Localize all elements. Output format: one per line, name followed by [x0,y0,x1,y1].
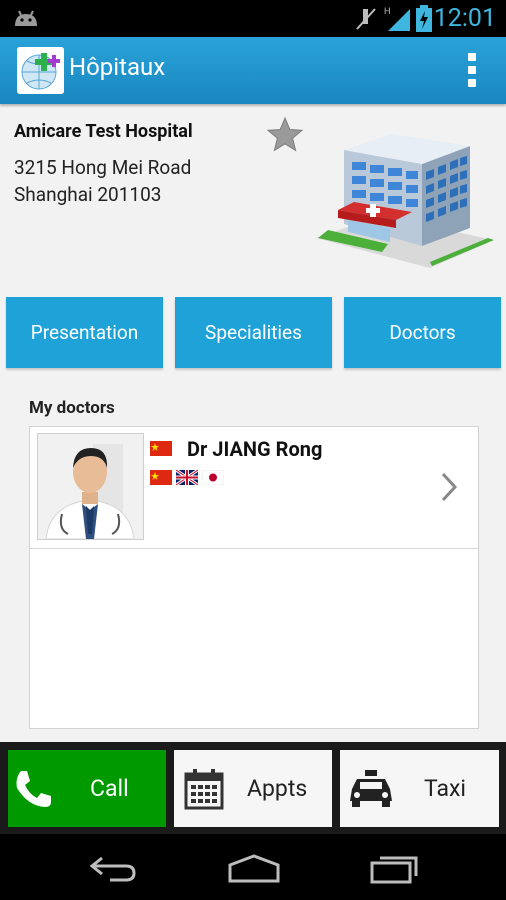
address-line-1: 3215 Hong Mei Road [14,156,192,179]
star-icon[interactable] [266,116,304,154]
taxi-icon [350,769,392,807]
address-line-2: Shanghai 201103 [14,183,162,206]
chevron-right-icon[interactable] [440,471,458,503]
battery-icon [416,5,432,32]
doctors-list: Dr JIANG Rong [29,426,479,729]
doctor-row[interactable]: Dr JIANG Rong [30,427,478,549]
japan-flag-icon [202,470,224,485]
app-title: Hôpitaux [69,53,166,81]
call-label: Call [90,775,129,802]
my-doctors-label: My doctors [29,398,115,418]
language-flags [150,470,224,485]
overflow-menu-icon[interactable] [468,53,476,87]
tab-specialities[interactable]: Specialities [175,297,332,368]
hospital-address: 3215 Hong Mei Road Shanghai 201103 [14,154,191,208]
uk-flag-icon [176,470,198,485]
china-flag-icon [150,470,172,485]
doctor-photo [37,433,144,540]
china-flag-icon [150,441,172,456]
mute-icon [356,8,376,30]
tab-presentation[interactable]: Presentation [6,297,163,368]
taxi-label: Taxi [424,775,466,802]
action-bar: Hôpitaux [0,37,506,104]
appts-label: Appts [247,775,308,802]
android-icon [15,10,37,26]
svg-text:H: H [384,6,391,16]
navigation-bar [0,834,506,900]
recent-apps-icon[interactable] [370,852,420,884]
tab-doctors[interactable]: Doctors [344,297,501,368]
taxi-button[interactable]: Taxi [340,750,499,827]
status-time: 12:01 [433,4,496,33]
call-button[interactable]: Call [8,750,166,827]
phone-icon [16,770,51,807]
hospital-name: Amicare Test Hospital [14,121,193,142]
status-bar: H 12:01 [0,0,506,37]
signal-icon: H [384,6,410,31]
calendar-icon [184,768,224,809]
home-icon[interactable] [227,853,281,883]
app-logo-icon[interactable] [17,47,64,94]
doctor-name: Dr JIANG Rong [187,437,323,461]
back-icon[interactable] [88,854,138,882]
hospital-building-icon [316,134,494,268]
appts-button[interactable]: Appts [174,750,332,827]
